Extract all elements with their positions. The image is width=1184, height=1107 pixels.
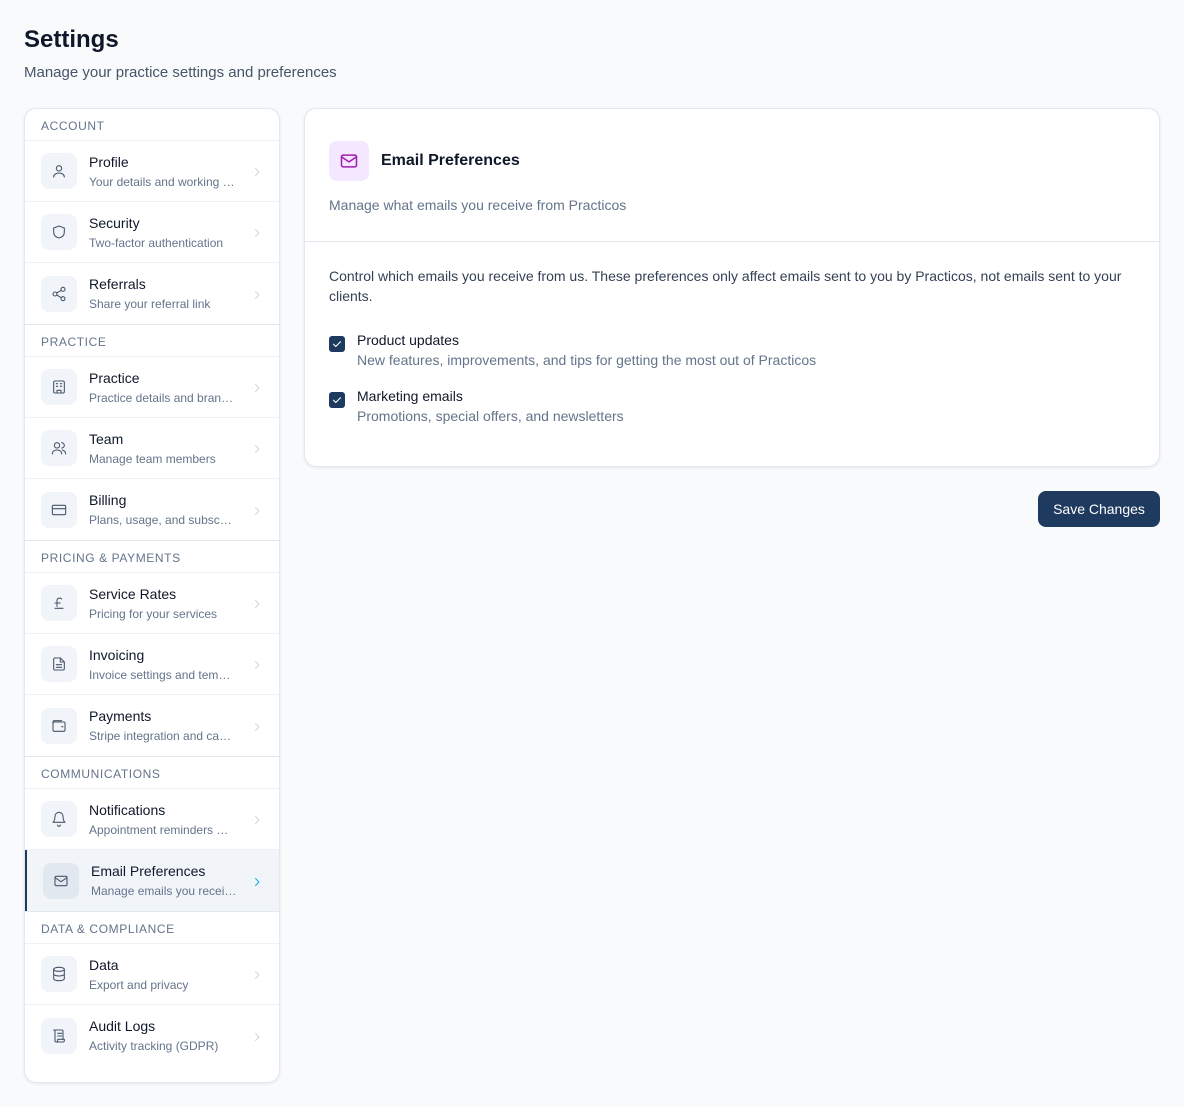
user-icon (41, 153, 77, 189)
sidebar-item-label: Billing (89, 492, 127, 508)
sidebar-item-label: Payments (89, 708, 152, 724)
preference-marketing-emails: Marketing emails Promotions, special off… (329, 386, 1135, 426)
sidebar-item-data[interactable]: Data Export and privacy (25, 944, 279, 1005)
chevron-right-icon (251, 597, 263, 609)
sidebar-item-profile[interactable]: Profile Your details and working … (25, 141, 279, 202)
sidebar-item-security[interactable]: Security Two-factor authentication (25, 202, 279, 263)
file-text-icon (41, 646, 77, 682)
sidebar-item-label: Referrals (89, 276, 146, 292)
sidebar-item-desc: Pricing for your services (89, 606, 218, 621)
chevron-right-icon (251, 165, 263, 177)
product-updates-checkbox[interactable] (329, 336, 345, 352)
sidebar-item-audit-logs[interactable]: Audit Logs Activity tracking (GDPR) (25, 1005, 279, 1066)
marketing-emails-checkbox[interactable] (329, 392, 345, 408)
chevron-right-icon (251, 813, 263, 825)
sidebar-item-service-rates[interactable]: Service Rates Pricing for your services (25, 573, 279, 634)
chevron-right-icon (251, 720, 263, 732)
chevron-right-icon (251, 875, 263, 887)
sidebar-item-label: Notifications (89, 801, 166, 818)
sidebar-item-desc: Appointment reminders a… (89, 822, 235, 837)
sidebar-section-title: DATA & COMPLIANCE (25, 912, 279, 944)
sidebar-item-desc: Invoice settings and temp… (89, 667, 235, 682)
pound-icon (41, 585, 77, 621)
chevron-right-icon (251, 968, 263, 980)
preference-label[interactable]: Marketing emails (357, 386, 624, 406)
chevron-right-icon (251, 442, 263, 454)
card-subtitle: Manage what emails you receive from Prac… (329, 197, 627, 213)
sidebar-item-label: Invoicing (89, 646, 145, 663)
chevron-right-icon (251, 288, 263, 300)
sidebar-section-pricing-payments: PRICING & PAYMENTS Service Rates Pricing f… (25, 540, 279, 756)
preference-desc: New features, improvements, and tips for… (357, 352, 817, 368)
sidebar-item-desc: Activity tracking (GDPR) (89, 1039, 219, 1053)
card-body: Control which emails you receive from us… (305, 242, 1159, 426)
sidebar-section-title: PRICING & PAYMENTS (25, 541, 279, 573)
sidebar-item-label: Profile (89, 153, 129, 170)
sidebar-item-label: Email Preferences (91, 863, 206, 879)
sidebar-section-data-compliance: DATA & COMPLIANCE Data Export and privacy A… (25, 911, 279, 1066)
preference-product-updates: Product updates New features, improvemen… (329, 330, 1135, 370)
chevron-right-icon (251, 504, 263, 516)
page-subtitle: Manage your practice settings and prefer… (24, 64, 337, 81)
sidebar-item-desc: Plans, usage, and subscri… (89, 513, 235, 527)
page-header: Settings Manage your practice settings a… (24, 26, 337, 83)
sidebar-item-referrals[interactable]: Referrals Share your referral link (25, 263, 279, 324)
sidebar-item-notifications[interactable]: Notifications Appointment reminders a… (25, 789, 279, 850)
sidebar-section-title: ACCOUNT (25, 109, 279, 141)
settings-sidebar: ACCOUNT Profile Your details and working …… (24, 108, 280, 1083)
sidebar-item-desc: Stripe integration and car… (89, 729, 235, 743)
share-icon (41, 275, 77, 312)
sidebar-section-title: COMMUNICATIONS (25, 757, 279, 789)
card-intro: Control which emails you receive from us… (329, 268, 1122, 304)
building-icon (41, 369, 77, 405)
sidebar-item-desc: Share your referral link (89, 297, 211, 311)
chevron-right-icon (251, 658, 263, 670)
mail-icon (329, 141, 369, 181)
sidebar-item-label: Team (89, 430, 124, 447)
sidebar-item-desc: Two-factor authentication (89, 235, 224, 250)
email-preferences-card: Email Preferences Manage what emails you… (304, 108, 1160, 467)
sidebar-section-title: PRACTICE (25, 325, 279, 357)
check-icon (332, 397, 342, 404)
sidebar-section-account: ACCOUNT Profile Your details and working …… (25, 109, 279, 324)
sidebar-section-practice: PRACTICE Practice Practice details and bra… (25, 324, 279, 540)
database-icon (41, 956, 77, 992)
sidebar-item-payments[interactable]: Payments Stripe integration and car… (25, 695, 279, 756)
sidebar-item-desc: Export and privacy (89, 977, 189, 992)
preference-label[interactable]: Product updates (357, 330, 816, 350)
sidebar-item-desc: Practice details and bran… (89, 390, 234, 405)
credit-card-icon (41, 491, 77, 528)
scroll-icon (41, 1017, 77, 1054)
users-icon (41, 430, 77, 466)
wallet-icon (41, 707, 77, 744)
shield-icon (41, 214, 77, 250)
chevron-right-icon (251, 381, 263, 393)
mail-icon (43, 862, 79, 899)
sidebar-item-label: Audit Logs (89, 1018, 156, 1034)
sidebar-item-email-preferences[interactable]: Email Preferences Manage emails you recei… (25, 850, 279, 911)
sidebar-item-label: Security (89, 214, 140, 231)
check-icon (332, 341, 342, 348)
sidebar-section-communications: COMMUNICATIONS Notifications Appointment r… (25, 756, 279, 911)
sidebar-item-practice[interactable]: Practice Practice details and bran… (25, 357, 279, 418)
sidebar-item-label: Service Rates (89, 585, 177, 602)
card-title: Email Preferences (381, 152, 520, 169)
sidebar-item-desc: Your details and working … (89, 174, 235, 189)
save-changes-button[interactable]: Save Changes (1038, 491, 1160, 527)
card-header: Email Preferences Manage what emails you… (305, 109, 1159, 242)
page-title: Settings (24, 26, 119, 53)
sidebar-item-desc: Manage emails you recei… (91, 884, 237, 898)
sidebar-item-label: Data (89, 956, 119, 973)
sidebar-item-invoicing[interactable]: Invoicing Invoice settings and temp… (25, 634, 279, 695)
sidebar-item-label: Practice (89, 369, 140, 386)
preference-desc: Promotions, special offers, and newslett… (357, 408, 624, 424)
chevron-right-icon (251, 226, 263, 238)
sidebar-item-billing[interactable]: Billing Plans, usage, and subscri… (25, 479, 279, 540)
chevron-right-icon (251, 1030, 263, 1042)
bell-icon (41, 801, 77, 837)
sidebar-item-team[interactable]: Team Manage team members (25, 418, 279, 479)
sidebar-item-desc: Manage team members (89, 451, 216, 466)
